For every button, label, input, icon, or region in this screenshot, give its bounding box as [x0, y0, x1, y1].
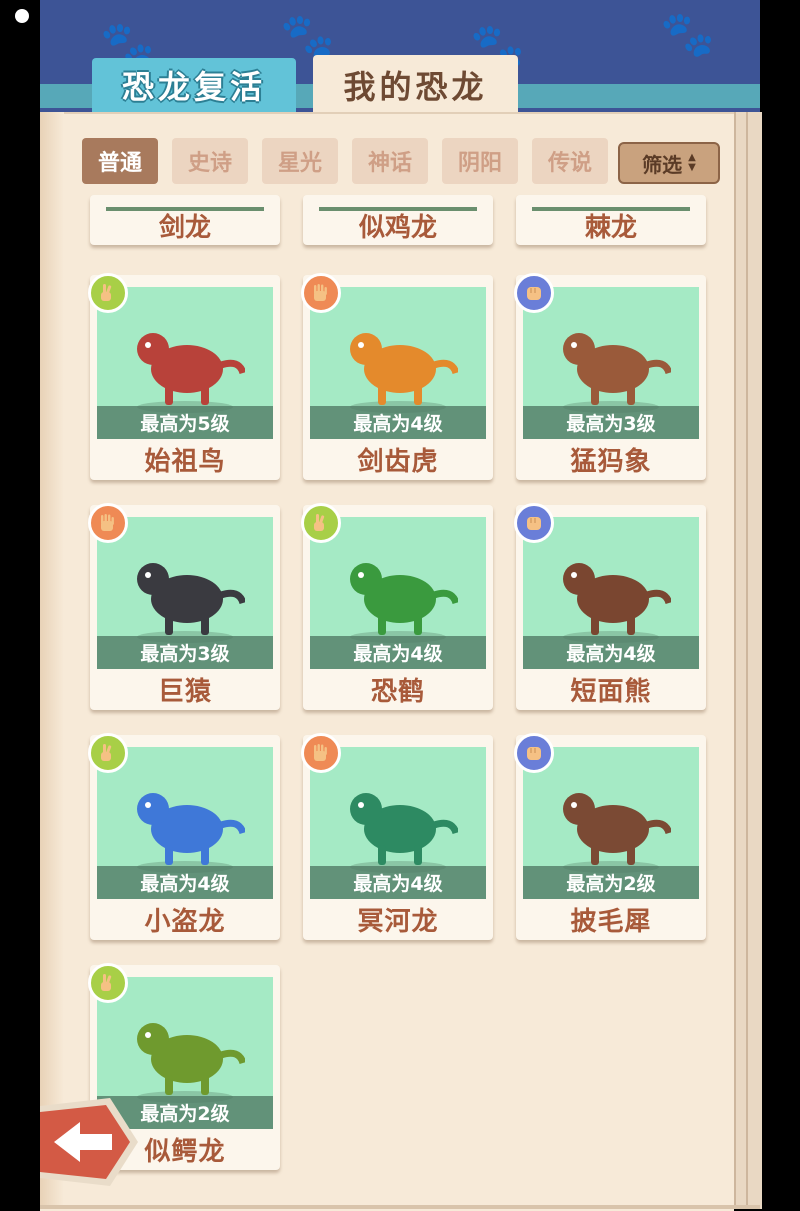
dino-name: 短面熊 [570, 676, 652, 707]
paw-print-decoration: 🐾 [660, 9, 715, 60]
dino-card[interactable]: 最高为4级小盗龙 [88, 733, 280, 940]
dino-name: 恐鹤 [370, 676, 425, 707]
dino-card[interactable]: 最高为2级披毛犀 [514, 733, 706, 940]
max-level-label: 最高为4级 [523, 636, 699, 669]
scissors-hand-icon [88, 273, 128, 313]
max-level-label: 最高为4级 [310, 406, 486, 439]
dino-card[interactable]: 最高为5级始祖鸟 [88, 273, 280, 480]
dino-card[interactable]: 最高为4级短面熊 [514, 503, 706, 710]
dino-name: 剑龙 [158, 212, 211, 243]
filter-common[interactable]: 普通 [82, 138, 158, 184]
rock-hand-icon [514, 273, 554, 313]
filter-yinyang[interactable]: 阴阳 [442, 138, 518, 184]
dino-card[interactable]: 最高为3级巨猿 [88, 503, 280, 710]
max-level-label: 最高为5级 [97, 406, 273, 439]
dino-card[interactable]: 最高为3级猛犸象 [514, 273, 706, 480]
page-shade [40, 112, 64, 1209]
dino-name: 冥河龙 [357, 906, 439, 937]
max-level-label: 最高为3级 [97, 636, 273, 669]
dino-card-partial[interactable]: 剑龙 [90, 195, 280, 245]
back-button[interactable] [40, 1098, 140, 1186]
sort-arrows-icon: ▲ ▼ [688, 152, 696, 173]
rock-hand-icon [514, 503, 554, 543]
dino-name: 始祖鸟 [144, 446, 226, 477]
tab-my-dinosaurs[interactable]: 我的恐龙 [313, 55, 518, 115]
rock-hand-icon [514, 733, 554, 773]
scissors-hand-icon [88, 963, 128, 1003]
paper-hand-icon [301, 273, 341, 313]
dino-card[interactable]: 最高为4级剑齿虎 [301, 273, 493, 480]
max-level-label: 最高为4级 [97, 866, 273, 899]
dino-name: 小盗龙 [144, 906, 226, 937]
page-bottom [40, 1205, 760, 1209]
dino-card[interactable]: 最高为4级恐鹤 [301, 503, 493, 710]
status-dot [15, 9, 29, 23]
dino-name: 剑齿虎 [357, 446, 439, 477]
max-level-label: 最高为4级 [310, 636, 486, 669]
filter-mythic[interactable]: 神话 [352, 138, 428, 184]
tab-revive[interactable]: 恐龙复活 [92, 58, 296, 112]
dino-name: 似鸡龙 [358, 212, 437, 243]
dino-name: 棘龙 [584, 212, 637, 243]
max-level-label: 最高为4级 [310, 866, 486, 899]
paper-hand-icon [88, 503, 128, 543]
max-level-label: 最高为2级 [523, 866, 699, 899]
filter-legendary[interactable]: 传说 [532, 138, 608, 184]
dino-card-partial[interactable]: 似鸡龙 [303, 195, 493, 245]
filter-starlight[interactable]: 星光 [262, 138, 338, 184]
page-edge [734, 112, 762, 1209]
dino-card-partial[interactable]: 棘龙 [516, 195, 706, 245]
sort-button[interactable]: 筛选 ▲ ▼ [618, 142, 720, 184]
max-level-label: 最高为3级 [523, 406, 699, 439]
dino-card[interactable]: 最高为4级冥河龙 [301, 733, 493, 940]
scissors-hand-icon [301, 503, 341, 543]
filter-epic[interactable]: 史诗 [172, 138, 248, 184]
sort-label: 筛选 [642, 152, 683, 177]
dino-name: 披毛犀 [570, 906, 652, 937]
dino-name: 巨猿 [157, 676, 212, 707]
scissors-hand-icon [88, 733, 128, 773]
paper-hand-icon [301, 733, 341, 773]
dino-name: 猛犸象 [570, 446, 652, 477]
